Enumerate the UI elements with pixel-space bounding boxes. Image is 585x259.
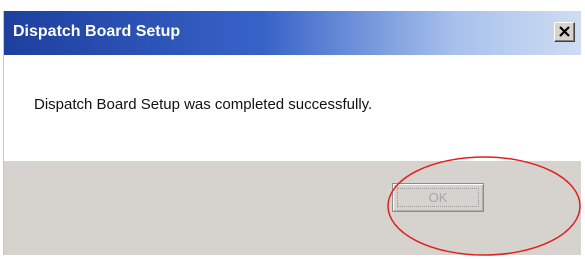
close-button[interactable] xyxy=(554,22,575,42)
title-bar[interactable]: Dispatch Board Setup xyxy=(4,11,581,55)
ok-button[interactable]: OK xyxy=(392,183,484,212)
dialog-title: Dispatch Board Setup xyxy=(13,23,181,40)
message-dialog: Dispatch Board Setup Dispatch Board Setu… xyxy=(3,11,581,255)
close-icon xyxy=(559,26,570,37)
message-area: Dispatch Board Setup was completed succe… xyxy=(4,55,581,161)
ok-button-label: OK xyxy=(428,190,448,205)
dialog-message: Dispatch Board Setup was completed succe… xyxy=(34,96,373,113)
